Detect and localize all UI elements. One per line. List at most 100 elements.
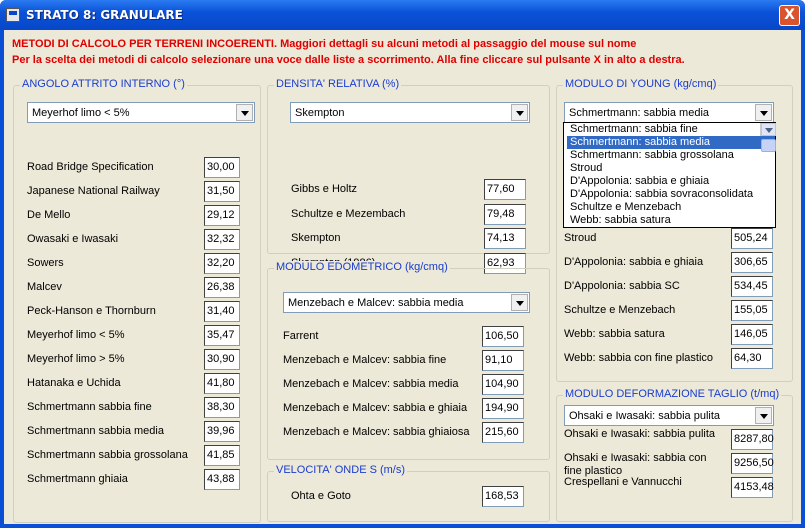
edometrico-group-label: MODULO EDOMETRICO (kg/cmq) [274,261,450,273]
densita-method-label: Gibbs e Holtz [291,183,358,195]
young-value-field[interactable]: 505,24 [731,228,773,249]
angolo-value-field[interactable]: 43,88 [204,469,240,490]
taglio-value-field[interactable]: 9256,50 [731,453,774,474]
edometrico-value-field[interactable]: 215,60 [482,422,524,443]
dialog-body: METODI DI CALCOLO PER TERRENI INCOERENTI… [4,30,801,524]
taglio-value-field[interactable]: 4153,48 [731,477,774,498]
angolo-method-label: Japanese National Railway [27,185,160,197]
angolo-value-field[interactable]: 31,50 [204,181,240,202]
angolo-method-label: Malcev [27,281,62,293]
young-dropdown-list[interactable]: Schmertmann: sabbia fine Schmertmann: sab… [563,122,776,228]
densita-selected-value: Skempton [295,107,345,119]
young-method-label: D'Appolonia: sabbia SC [564,280,680,292]
dropdown-option[interactable]: Schmertmann: sabbia grossolana [567,149,775,162]
info-line-2: Per la scelta dei metodi di calcolo sele… [12,54,685,66]
dropdown-option[interactable]: Stroud [567,162,775,175]
dropdown-option[interactable]: D'Appolonia: sabbia e ghiaia [567,175,775,188]
densita-method-select[interactable]: Skempton [290,102,530,123]
chevron-down-icon[interactable] [755,104,772,121]
angolo-method-label: Meyerhof limo < 5% [27,329,125,341]
angolo-method-label: Schmertmann sabbia fine [27,401,152,413]
chevron-down-icon[interactable] [511,294,528,311]
taglio-method-label: Ohsaki e Iwasaki: sabbia con fine plasti… [564,452,707,477]
taglio-method-select[interactable]: Ohsaki e Iwasaki: sabbia pulita [564,405,774,426]
densita-group: DENSITA' RELATIVA (%) Skempton Gibbs e H… [267,78,550,274]
angolo-value-field[interactable]: 39,96 [204,421,240,442]
angolo-value-field[interactable]: 29,12 [204,205,240,226]
edometrico-selected-value: Menzebach e Malcev: sabbia media [288,297,464,309]
taglio-group: MODULO DEFORMAZIONE TAGLIO (t/mq) Ohsaki… [556,388,793,522]
angolo-method-label: Schmertmann ghiaia [27,473,128,485]
dropdown-items: Schmertmann: sabbia fine Schmertmann: sab… [564,123,775,226]
dropdown-option[interactable]: D'Appolonia: sabbia sovraconsolidata [567,188,775,201]
angolo-method-label: Schmertmann sabbia media [27,425,164,437]
window-icon[interactable] [6,8,20,22]
densita-value-field[interactable]: 77,60 [484,179,526,200]
angolo-value-field[interactable]: 41,85 [204,445,240,466]
angolo-value-field[interactable]: 32,20 [204,253,240,274]
dialog-window: STRATO 8: GRANULARE X METODI DI CALCOLO … [0,0,805,528]
chevron-down-icon[interactable] [236,104,253,121]
angolo-value-field[interactable]: 38,30 [204,397,240,418]
taglio-method-label: Ohsaki e Iwasaki: sabbia pulita [564,428,716,440]
densita-group-label: DENSITA' RELATIVA (%) [274,78,402,90]
info-line-1: METODI DI CALCOLO PER TERRENI INCOERENTI… [12,38,637,50]
velocita-value-field[interactable]: 168,53 [482,486,524,507]
young-method-label: Webb: sabbia con fine plastico [564,352,713,364]
angolo-method-label: De Mello [27,209,71,221]
velocita-method-label: Ohta e Goto [291,490,351,502]
edometrico-value-field[interactable]: 91,10 [482,350,524,371]
angolo-group-label: ANGOLO ATTRITO INTERNO (°) [20,78,187,90]
angolo-method-label: Road Bridge Specification [27,161,154,173]
angolo-group: ANGOLO ATTRITO INTERNO (°) Meyerhof limo… [13,78,261,523]
dropdown-option[interactable]: Schmertmann: sabbia media [567,136,775,149]
angolo-method-label: Owasaki e Iwasaki [27,233,119,245]
young-value-field[interactable]: 534,45 [731,276,773,297]
angolo-value-field[interactable]: 32,32 [204,229,240,250]
dropdown-option[interactable]: Schmertmann: sabbia fine [567,123,775,136]
young-value-field[interactable]: 64,30 [731,348,773,369]
chevron-down-icon[interactable] [511,104,528,121]
title-bar[interactable]: STRATO 8: GRANULARE X [0,0,805,30]
dropdown-option[interactable]: Webb: sabbia satura [567,214,775,227]
young-method-label: Schultze e Menzebach [564,304,676,316]
angolo-method-label: Sowers [27,257,64,269]
edometrico-method-label: Menzebach e Malcev: sabbia ghiaiosa [283,426,470,438]
densita-method-label: Skempton [291,232,341,244]
edometrico-method-label: Menzebach e Malcev: sabbia media [283,378,459,390]
angolo-method-label: Peck-Hanson e Thornburn [27,305,156,317]
dropdown-option[interactable]: Schultze e Menzebach [567,201,775,214]
densita-value-field[interactable]: 74,13 [484,228,526,249]
densita-value-field[interactable]: 79,48 [484,203,526,225]
angolo-value-field[interactable]: 41,80 [204,373,240,394]
edometrico-value-field[interactable]: 106,50 [482,326,524,347]
young-method-label: D'Appolonia: sabbia e ghiaia [564,256,704,268]
taglio-value-field[interactable]: 8287,80 [731,429,774,450]
angolo-value-field[interactable]: 30,00 [204,157,240,178]
angolo-value-field[interactable]: 26,38 [204,277,240,298]
dropdown-scrollbar[interactable] [760,123,776,152]
angolo-value-field[interactable]: 31,40 [204,301,240,322]
chevron-down-icon[interactable] [755,407,772,424]
velocita-group: VELOCITA' ONDE S (m/s) Ohta e Goto 168,53 [267,464,550,522]
angolo-value-field[interactable]: 30,90 [204,349,240,370]
edometrico-method-select[interactable]: Menzebach e Malcev: sabbia media [283,292,530,313]
young-value-field[interactable]: 146,05 [731,324,773,345]
scroll-down-icon[interactable] [761,123,776,136]
edometrico-group: MODULO EDOMETRICO (kg/cmq) Menzebach e M… [267,261,550,460]
scroll-thumb[interactable] [761,139,776,152]
angolo-method-select[interactable]: Meyerhof limo < 5% [27,102,255,123]
young-method-select[interactable]: Schmertmann: sabbia media [564,102,774,123]
young-method-label: Stroud [564,232,597,244]
taglio-group-label: MODULO DEFORMAZIONE TAGLIO (t/mq) [563,388,782,400]
close-button[interactable]: X [779,5,800,26]
angolo-method-label: Schmertmann sabbia grossolana [27,449,188,461]
young-value-field[interactable]: 306,65 [731,252,773,273]
edometrico-value-field[interactable]: 194,90 [482,398,524,419]
edometrico-value-field[interactable]: 104,90 [482,374,524,395]
young-method-label: Webb: sabbia satura [564,328,665,340]
young-group-label: MODULO DI YOUNG (kg/cmq) [563,78,719,90]
angolo-value-field[interactable]: 35,47 [204,325,240,346]
young-value-field[interactable]: 155,05 [731,300,773,321]
window-title: STRATO 8: GRANULARE [26,8,183,22]
